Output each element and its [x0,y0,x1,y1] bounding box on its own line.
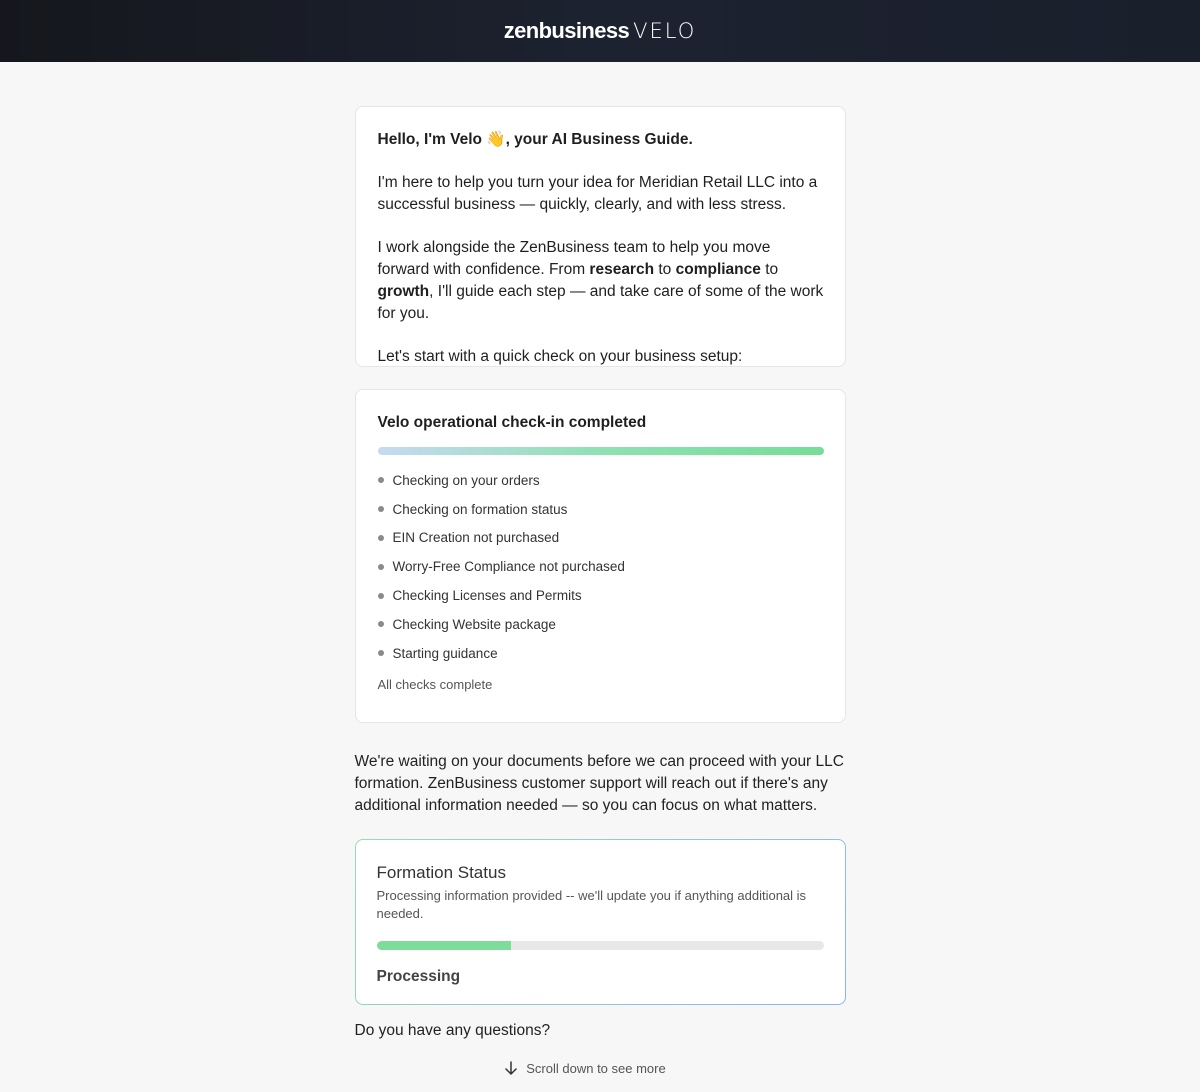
list-item: Worry-Free Compliance not purchased [377,552,824,581]
list-item: Starting guidance [377,639,824,668]
checkin-list: Checking on your orders Checking on form… [377,466,824,668]
intro-paragraph-1: I'm here to help you turn your idea for … [377,174,818,213]
checkin-card: Velo operational check-in completed Chec… [354,389,846,723]
checks-complete-label: All checks complete [377,676,493,692]
scroll-hint-label: Scroll down to see more [526,1060,666,1076]
intro-message-card: Hello, I'm Velo 👋, your AI Business Guid… [354,106,846,367]
emphasis-compliance: compliance [675,261,761,278]
formation-status-description: Processing information provided -- we'll… [376,888,807,921]
list-item: Checking on your orders [377,466,824,495]
bullet-icon [377,534,384,541]
brand-logo[interactable]: zenbusiness VELO [504,18,697,44]
bullet-icon [377,477,384,484]
greeting-heading: Hello, I'm Velo 👋, your AI Business Guid… [377,131,693,148]
list-item: EIN Creation not purchased [377,524,824,553]
checkin-progress-bar [377,447,824,455]
bullet-icon [377,621,384,628]
scroll-down-button[interactable]: Scroll down to see more [355,1060,846,1076]
arrow-down-icon [505,1061,518,1075]
formation-status-label: Processing [376,968,461,985]
formation-progress-fill [376,941,511,950]
bullet-icon [377,563,384,570]
intro-paragraph-3: Let's start with a quick check on your b… [377,348,743,365]
brand-name: zenbusiness [503,18,630,43]
list-item: Checking Licenses and Permits [377,581,824,610]
top-header: zenbusiness VELO [0,0,1200,62]
intro-paragraph-2: I work alongside the ZenBusiness team to… [377,239,824,322]
waiting-message: We're waiting on your documents before w… [354,753,844,814]
checkin-title: Velo operational check-in completed [377,414,647,431]
formation-status-title: Formation Status [376,863,506,882]
emphasis-growth: growth [377,283,430,300]
emphasis-research: research [589,261,655,278]
list-item: Checking on formation status [377,495,824,524]
bullet-icon [377,592,384,599]
questions-prompt: Do you have any questions? [354,1022,551,1039]
bullet-icon [377,650,384,657]
formation-status-card: Formation Status Processing information … [354,839,846,1005]
list-item: Checking Website package [377,610,824,639]
formation-progress-track [376,941,824,950]
brand-product-name: VELO [633,19,697,43]
chat-content: Hello, I'm Velo 👋, your AI Business Guid… [354,62,846,1076]
bullet-icon [377,506,384,513]
